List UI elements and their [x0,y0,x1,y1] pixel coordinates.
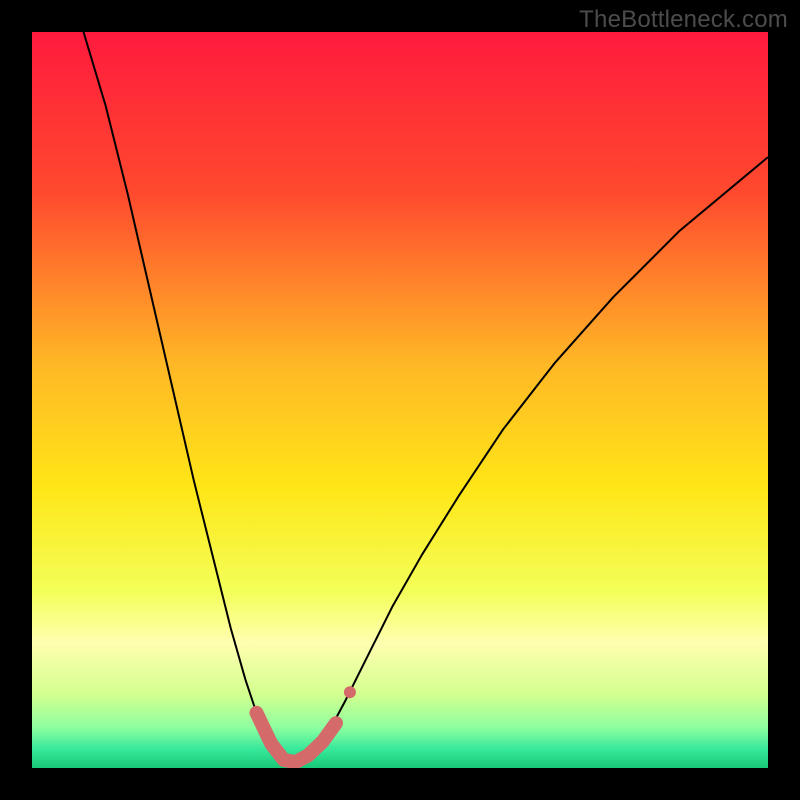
plot-area [32,32,768,768]
chart-svg [32,32,768,768]
highlight-dot [344,686,356,698]
gradient-background [32,32,768,768]
watermark-text: TheBottleneck.com [579,6,788,34]
chart-frame: TheBottleneck.com [0,0,800,800]
